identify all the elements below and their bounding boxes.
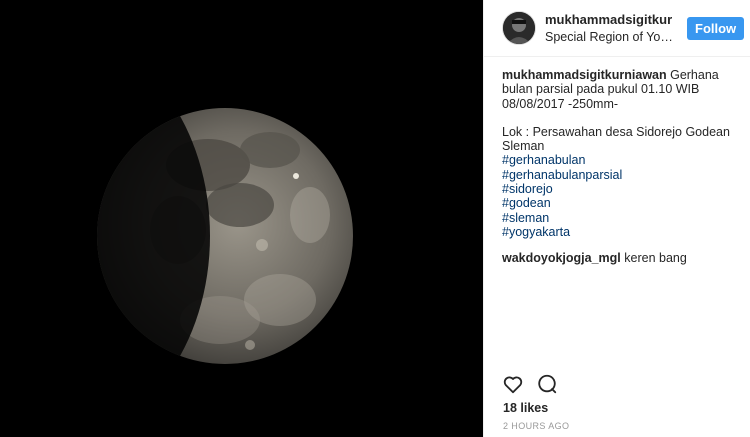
follow-button[interactable]: Follow	[687, 16, 745, 40]
hashtag-link[interactable]: #godean	[502, 196, 740, 210]
moon-image	[0, 0, 483, 437]
hashtag-link[interactable]: #sleman	[502, 211, 740, 225]
caption-text-line2: Lok : Persawahan desa Sidorejo Godean Sl…	[502, 124, 730, 154]
hashtag-link[interactable]: #yogyakarta	[502, 225, 740, 239]
hashtag-link[interactable]: #gerhanabulanparsial	[502, 168, 740, 182]
header-location[interactable]: Special Region of Yogyakarta	[545, 30, 673, 44]
header-username[interactable]: mukhammadsigitkurniawan	[545, 12, 673, 27]
post-header: mukhammadsigitkurniawan Special Region o…	[484, 0, 750, 57]
likes-count[interactable]: 18 likes	[503, 401, 548, 415]
caption: mukhammadsigitkurniawan Gerhana bulan pa…	[502, 68, 740, 239]
caption-username[interactable]: mukhammadsigitkurniawan	[502, 68, 667, 82]
heart-icon[interactable]	[502, 373, 524, 395]
comment-item: wakdoyokjogja_mgl keren bang	[502, 251, 740, 265]
action-bar	[502, 373, 558, 395]
hashtag-link[interactable]: #sidorejo	[502, 182, 740, 196]
profile-picture-icon	[503, 12, 535, 44]
avatar[interactable]	[502, 11, 536, 45]
comment-username[interactable]: wakdoyokjogja_mgl	[502, 251, 621, 265]
comments-section: mukhammadsigitkurniawan Gerhana bulan pa…	[502, 68, 740, 266]
instagram-post: mukhammadsigitkurniawan Special Region o…	[0, 0, 750, 437]
post-photo[interactable]	[0, 0, 483, 437]
hashtag-link[interactable]: #gerhanabulan	[502, 153, 740, 167]
comment-icon[interactable]	[536, 373, 558, 395]
comment-text: keren bang	[620, 251, 687, 266]
post-sidebar: mukhammadsigitkurniawan Special Region o…	[483, 0, 750, 437]
header-text: mukhammadsigitkurniawan Special Region o…	[545, 12, 673, 44]
post-timestamp[interactable]: 2 HOURS AGO	[503, 421, 569, 431]
